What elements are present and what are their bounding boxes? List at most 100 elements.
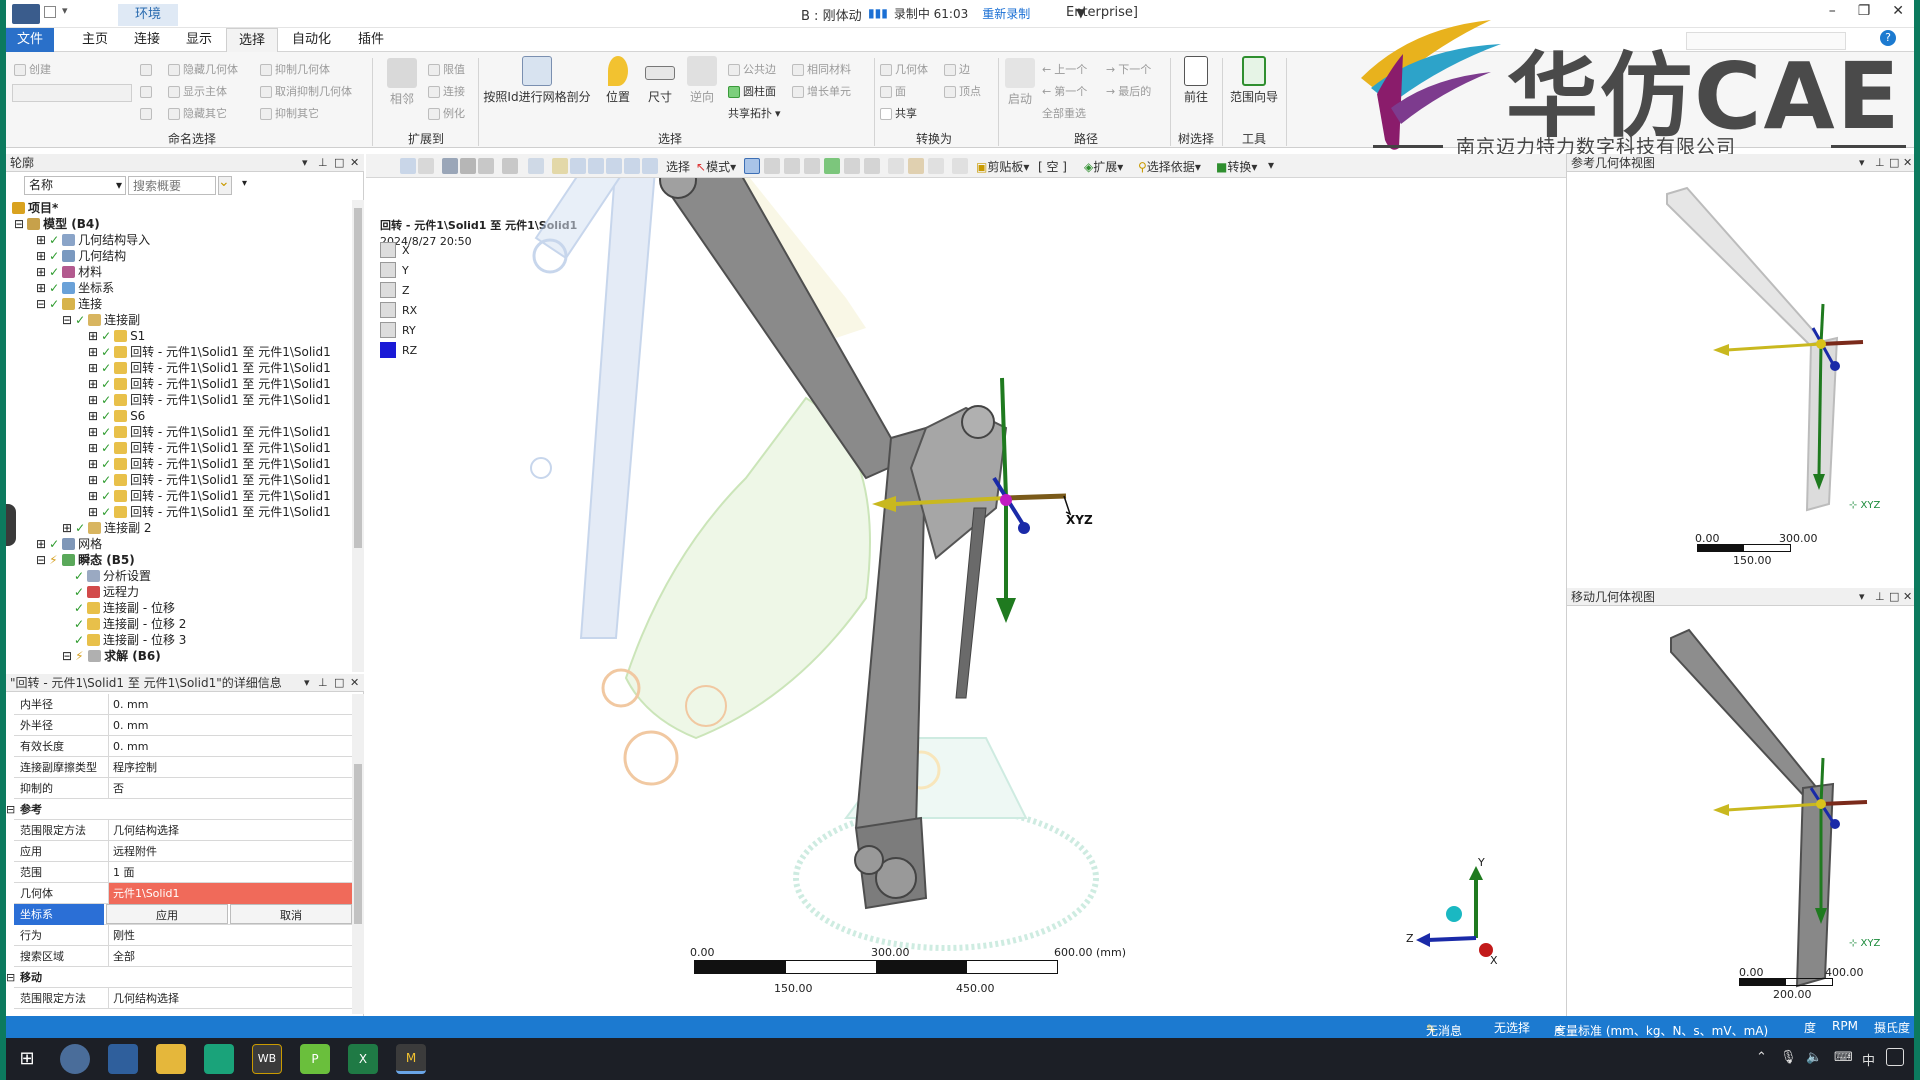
tree-node-joint-displacement-2[interactable]: ✓ 连接副 - 位移 2 (74, 616, 186, 632)
filter-chevron-icon[interactable]: ⌄ (218, 174, 230, 190)
path-start-button[interactable]: 启动 (1002, 58, 1038, 107)
extend-icon[interactable] (888, 158, 904, 174)
view-icon[interactable] (478, 158, 494, 174)
record-again-link[interactable]: 重新录制 (982, 5, 1030, 22)
tree-node-remote-force[interactable]: ✓ 远程力 (74, 584, 139, 600)
help-icon[interactable]: ? (1880, 30, 1896, 46)
panel-close-icon[interactable]: ✕ (1903, 154, 1912, 171)
chart-icon[interactable] (952, 158, 968, 174)
ime-indicator[interactable]: 中 (1862, 1050, 1875, 1069)
quick-access-icon[interactable] (44, 6, 56, 18)
detail-row[interactable]: 连接副摩擦类型 程序控制 (14, 757, 352, 778)
select-element-face-icon[interactable] (864, 158, 880, 174)
zoom-out-icon[interactable] (418, 158, 434, 174)
convert-edge-button[interactable]: 边 (944, 62, 970, 78)
quick-access-dropdown-icon[interactable]: ▾ (62, 4, 68, 17)
reference-part-model[interactable] (1567, 174, 1914, 584)
tree-node-connections[interactable]: ⊟ ✓ 连接 (36, 296, 102, 312)
panel-maximize-icon[interactable]: □ (1889, 588, 1899, 605)
collapse-icon[interactable]: ⊟ (6, 799, 15, 820)
detail-row[interactable]: 范围限定方法 几何结构选择 (14, 820, 352, 841)
shared-topology-button[interactable]: 共享拓扑 ▾ (728, 106, 781, 122)
shaded-icon[interactable] (442, 158, 458, 174)
close-icon[interactable]: ✕ (1892, 3, 1904, 19)
box-zoom-icon[interactable] (606, 158, 622, 174)
mesh-by-id-button[interactable]: 按照Id进行网格剖分 (482, 56, 592, 105)
zoom-icon[interactable] (400, 158, 416, 174)
collapse-icon[interactable]: ⊟ (36, 552, 46, 568)
angle-unit[interactable]: 度 (1804, 1019, 1816, 1036)
select-face-icon[interactable] (784, 158, 800, 174)
zoom-fit-icon[interactable] (624, 158, 640, 174)
rotate-icon[interactable] (528, 158, 544, 174)
tree-node-joint-revolute[interactable]: ⊞ ✓ 回转 - 元件1\Solid1 至 元件1\Solid1 (88, 360, 331, 376)
tree-node-joint-s1[interactable]: ⊞ ✓ S1 (88, 328, 145, 344)
speed-unit[interactable]: RPM (1832, 1019, 1858, 1033)
tab-home[interactable]: 主页 (70, 28, 120, 52)
tab-selection[interactable]: 选择 (226, 28, 279, 52)
tree-node-joint-revolute[interactable]: ⊞ ✓ 回转 - 元件1\Solid1 至 元件1\Solid1 (88, 488, 331, 504)
tree-node-joint-revolute[interactable]: ⊞ ✓ 回转 - 元件1\Solid1 至 元件1\Solid1 (88, 456, 331, 472)
size-button[interactable]: 尺寸 (640, 56, 680, 105)
maximize-icon[interactable]: ❐ (1858, 3, 1871, 19)
same-material-button[interactable]: 相同材料 (792, 62, 851, 78)
tree-node-joint-revolute[interactable]: ⊞ ✓ 回转 - 元件1\Solid1 至 元件1\Solid1 (88, 376, 331, 392)
mode-dropdown[interactable]: ↖模式▾ (696, 158, 736, 175)
select-body-icon[interactable] (804, 158, 820, 174)
create-button[interactable]: 创建 (14, 62, 51, 78)
reverse-button[interactable]: 逆向 (682, 56, 722, 105)
tree-node-joint-revolute[interactable]: ⊞ ✓ 回转 - 元件1\Solid1 至 元件1\Solid1 (88, 440, 331, 456)
outline-filter-select[interactable]: 名称 ▾ (24, 176, 126, 195)
select-edge-icon[interactable] (764, 158, 780, 174)
tab-plugins[interactable]: 插件 (346, 28, 396, 52)
detail-category-mobile[interactable]: ⊟ 移动 (6, 967, 352, 988)
suppress-others-button[interactable]: 抑制其它 (260, 106, 319, 122)
detail-row-coordinate-system[interactable]: 坐标系 应用 取消 (14, 904, 352, 925)
collapse-icon[interactable]: ⊟ (6, 967, 15, 988)
tab-connections[interactable]: 连接 (122, 28, 172, 52)
expand-icon[interactable]: ⊞ (88, 328, 98, 344)
detail-row[interactable]: 外半径 0. mm (14, 715, 352, 736)
side-panel-handle[interactable] (6, 504, 16, 546)
tree-node-joint-revolute[interactable]: ⊞ ✓ 回转 - 元件1\Solid1 至 元件1\Solid1 (88, 424, 331, 440)
convert-dropdown[interactable]: ■转换▾ (1216, 158, 1257, 175)
section-icon[interactable] (502, 158, 518, 174)
notification-icon[interactable] (1886, 1048, 1904, 1066)
detail-row[interactable]: 抑制的否 (14, 778, 352, 799)
convert-geometry-button[interactable]: 几何体 (880, 62, 928, 78)
calculator-icon[interactable] (108, 1044, 138, 1074)
expand-icon[interactable]: ⊞ (88, 344, 98, 360)
select-vertex-icon[interactable] (744, 158, 760, 174)
detail-row[interactable]: 范围 1 面 (14, 862, 352, 883)
keyboard-icon[interactable]: ⌨ (1834, 1050, 1853, 1065)
p-app-icon[interactable]: P (300, 1044, 330, 1074)
temperature-unit[interactable]: 摄氏度 (1874, 1019, 1910, 1036)
panel-close-icon[interactable]: ✕ (350, 674, 359, 691)
expand-icon[interactable]: ⊞ (88, 504, 98, 520)
browser-icon[interactable] (60, 1044, 90, 1074)
tree-node-joints[interactable]: ⊟ ✓ 连接副 (62, 312, 140, 328)
path-first-button[interactable]: ← 第一个 (1042, 84, 1087, 100)
apply-button[interactable]: 应用 (106, 904, 228, 924)
select-element-icon[interactable] (844, 158, 860, 174)
app-icon[interactable] (204, 1044, 234, 1074)
pin-icon[interactable]: ⊥ (318, 674, 328, 691)
reselect-all-button[interactable]: 全部重选 (1042, 106, 1086, 122)
excel-icon[interactable]: X (348, 1044, 378, 1074)
go-to-button[interactable]: 前往 (1176, 56, 1216, 105)
expand-icon[interactable]: ⊞ (88, 488, 98, 504)
toolbar-overflow-icon[interactable]: ▾ (1268, 158, 1274, 172)
expand-icon[interactable]: ⊞ (36, 248, 46, 264)
tree-node-joint-revolute[interactable]: ⊞ ✓ 回转 - 元件1\Solid1 至 元件1\Solid1 (88, 504, 331, 520)
windows-start-icon[interactable]: ⊞ (12, 1044, 42, 1074)
file-explorer-icon[interactable] (156, 1044, 186, 1074)
expand-icon[interactable]: ⊞ (88, 392, 98, 408)
select-by-dropdown[interactable]: ⚲选择依据▾ (1138, 158, 1201, 175)
expand-icon[interactable]: ⊞ (88, 472, 98, 488)
collapse-icon[interactable]: ⊟ (62, 312, 72, 328)
outline-scrollbar[interactable] (352, 200, 364, 672)
connect-button[interactable]: 连接 (428, 84, 465, 100)
expand-icon[interactable]: ⊞ (88, 456, 98, 472)
location-button[interactable]: 位置 (598, 56, 638, 105)
hide-body-button[interactable]: 隐藏几何体 (168, 62, 238, 78)
